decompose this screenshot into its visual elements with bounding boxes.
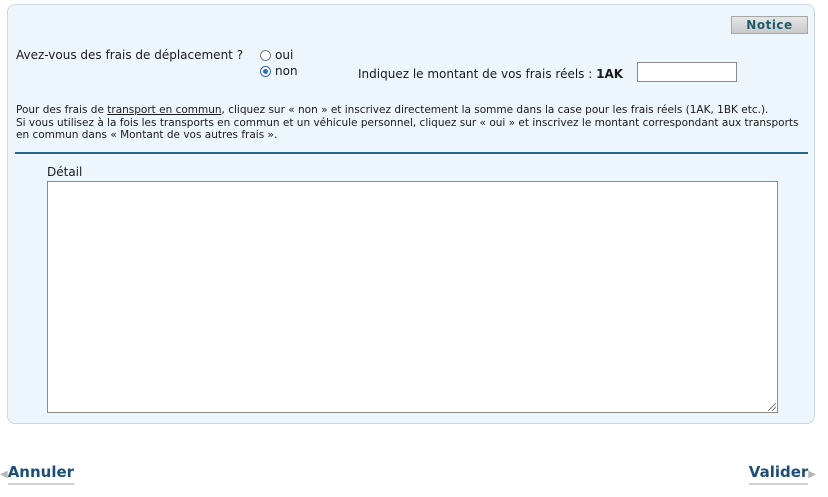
detail-textarea[interactable] [47, 181, 778, 413]
amount-label: Indiquez le montant de vos frais réels :… [358, 67, 624, 81]
info-text: Pour des frais de transport en commun, c… [16, 104, 799, 141]
section-divider [15, 152, 808, 154]
radio-non-option[interactable]: non [260, 64, 298, 78]
radio-non[interactable] [260, 65, 271, 77]
amount-code: 1AK [596, 67, 624, 81]
notice-button[interactable]: Notice [731, 16, 808, 34]
transport-link-text: transport en commun [107, 104, 222, 116]
arrow-right-icon: ▶ [808, 468, 816, 480]
form-panel: Notice Avez-vous des frais de déplacemen… [7, 4, 815, 424]
travel-expenses-question: Avez-vous des frais de déplacement ? [16, 48, 244, 62]
radio-oui[interactable] [260, 49, 271, 61]
cancel-link[interactable]: ◀ Annuler [0, 463, 75, 485]
arrow-left-icon: ◀ [0, 468, 8, 480]
radio-oui-option[interactable]: oui [260, 48, 293, 62]
resize-grip-icon[interactable] [768, 403, 776, 411]
amount-input[interactable] [637, 62, 737, 82]
submit-link[interactable]: Valider ▶ [748, 463, 816, 485]
submit-label: Valider [748, 463, 809, 485]
cancel-label: Annuler [7, 463, 75, 485]
radio-non-label: non [275, 64, 298, 78]
radio-oui-label: oui [275, 48, 294, 62]
detail-label: Détail [47, 165, 83, 179]
